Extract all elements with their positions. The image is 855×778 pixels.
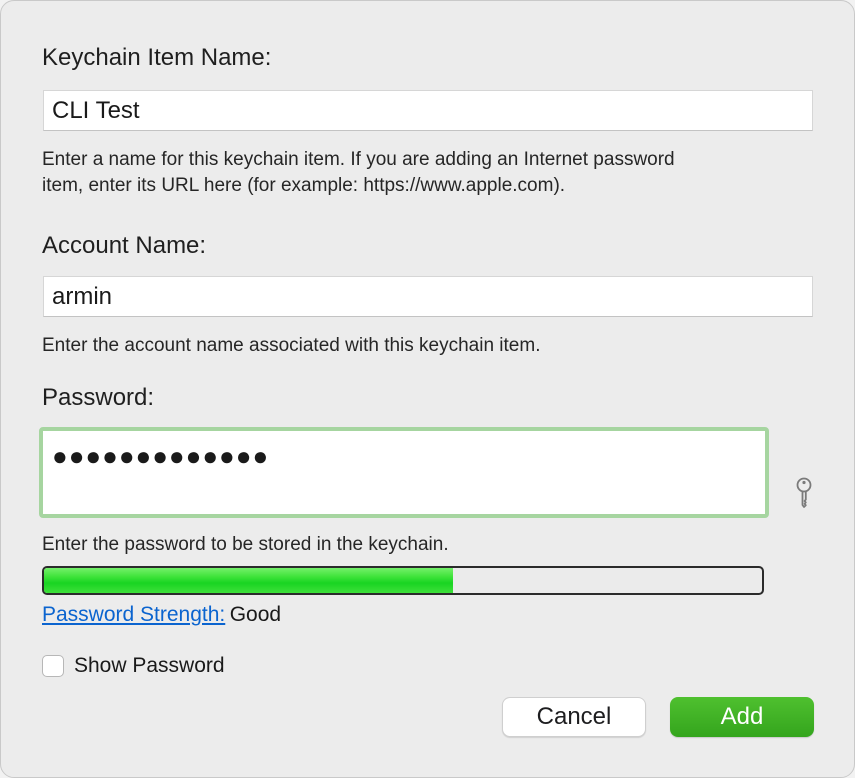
password-hint: Enter the password to be stored in the k… (42, 534, 449, 555)
item-name-hint-line-2: item, enter its URL here (for example: h… (42, 175, 566, 196)
account-name-label: Account Name: (42, 232, 207, 259)
show-password-checkbox[interactable] (42, 655, 64, 677)
item-name-hint-line-1: Enter a name for this keychain item. If … (42, 149, 675, 170)
password-strength-meter (42, 566, 764, 595)
item-name-hint: Enter a name for this keychain item. If … (42, 147, 675, 199)
account-name-hint: Enter the account name associated with t… (42, 335, 541, 356)
show-password-label[interactable]: Show Password (74, 654, 225, 678)
password-strength-meter-fill (44, 568, 454, 593)
password-field[interactable]: ●●●●●●●●●●●●● (39, 427, 769, 518)
password-label: Password: (42, 384, 155, 411)
item-name-field[interactable]: CLI Test (43, 90, 813, 131)
item-name-label: Keychain Item Name: (42, 44, 272, 71)
add-keychain-item-sheet: Keychain Item Name: CLI Test Enter a nam… (0, 0, 855, 778)
password-masked-value: ●●●●●●●●●●●●● (52, 441, 270, 471)
item-name-value: CLI Test (52, 96, 140, 124)
password-strength-row: Password Strength: Good (42, 603, 281, 627)
add-button[interactable]: Add (670, 697, 814, 737)
cancel-button[interactable]: Cancel (502, 697, 646, 737)
account-name-value: armin (52, 282, 113, 310)
account-name-field[interactable]: armin (43, 276, 813, 317)
password-strength-value: Good (229, 603, 282, 626)
key-icon[interactable] (794, 477, 814, 509)
password-strength-link[interactable]: Password Strength: (42, 603, 225, 626)
